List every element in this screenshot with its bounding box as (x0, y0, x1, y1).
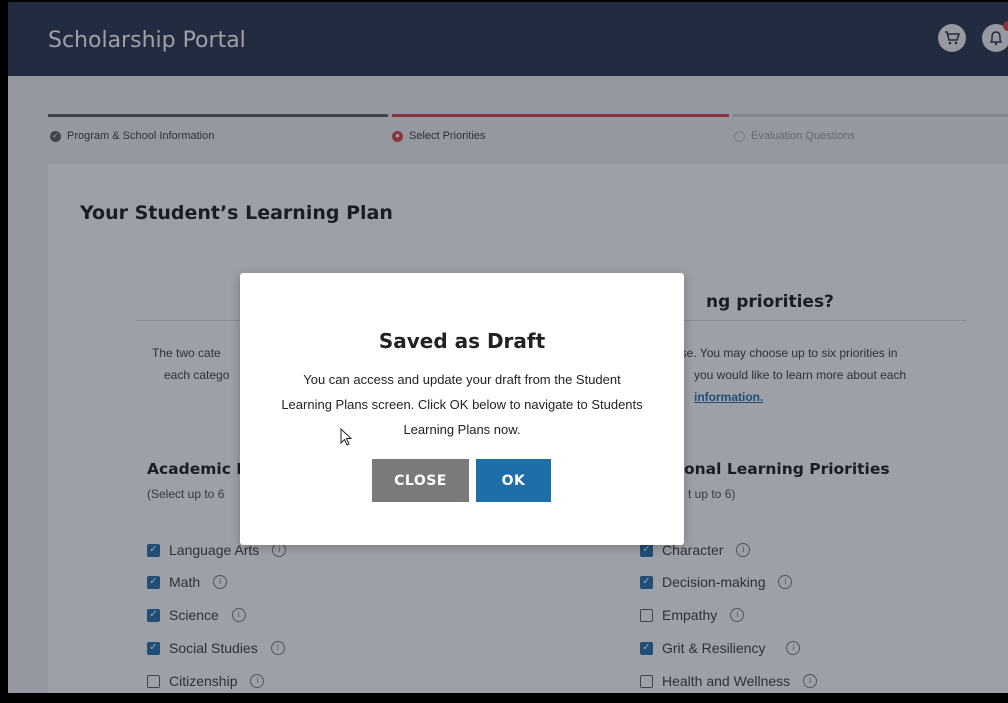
dialog-title: Saved as Draft (378, 329, 546, 353)
saved-draft-dialog: Saved as Draft You can access and update… (240, 273, 684, 545)
close-button[interactable]: CLOSE (372, 459, 469, 502)
dialog-message: You can access and update your draft fro… (281, 372, 643, 437)
ok-button[interactable]: OK (476, 459, 551, 502)
app-window: Scholarship Portal ✓ Program & School In… (8, 2, 1008, 693)
mouse-cursor-icon (340, 428, 353, 446)
